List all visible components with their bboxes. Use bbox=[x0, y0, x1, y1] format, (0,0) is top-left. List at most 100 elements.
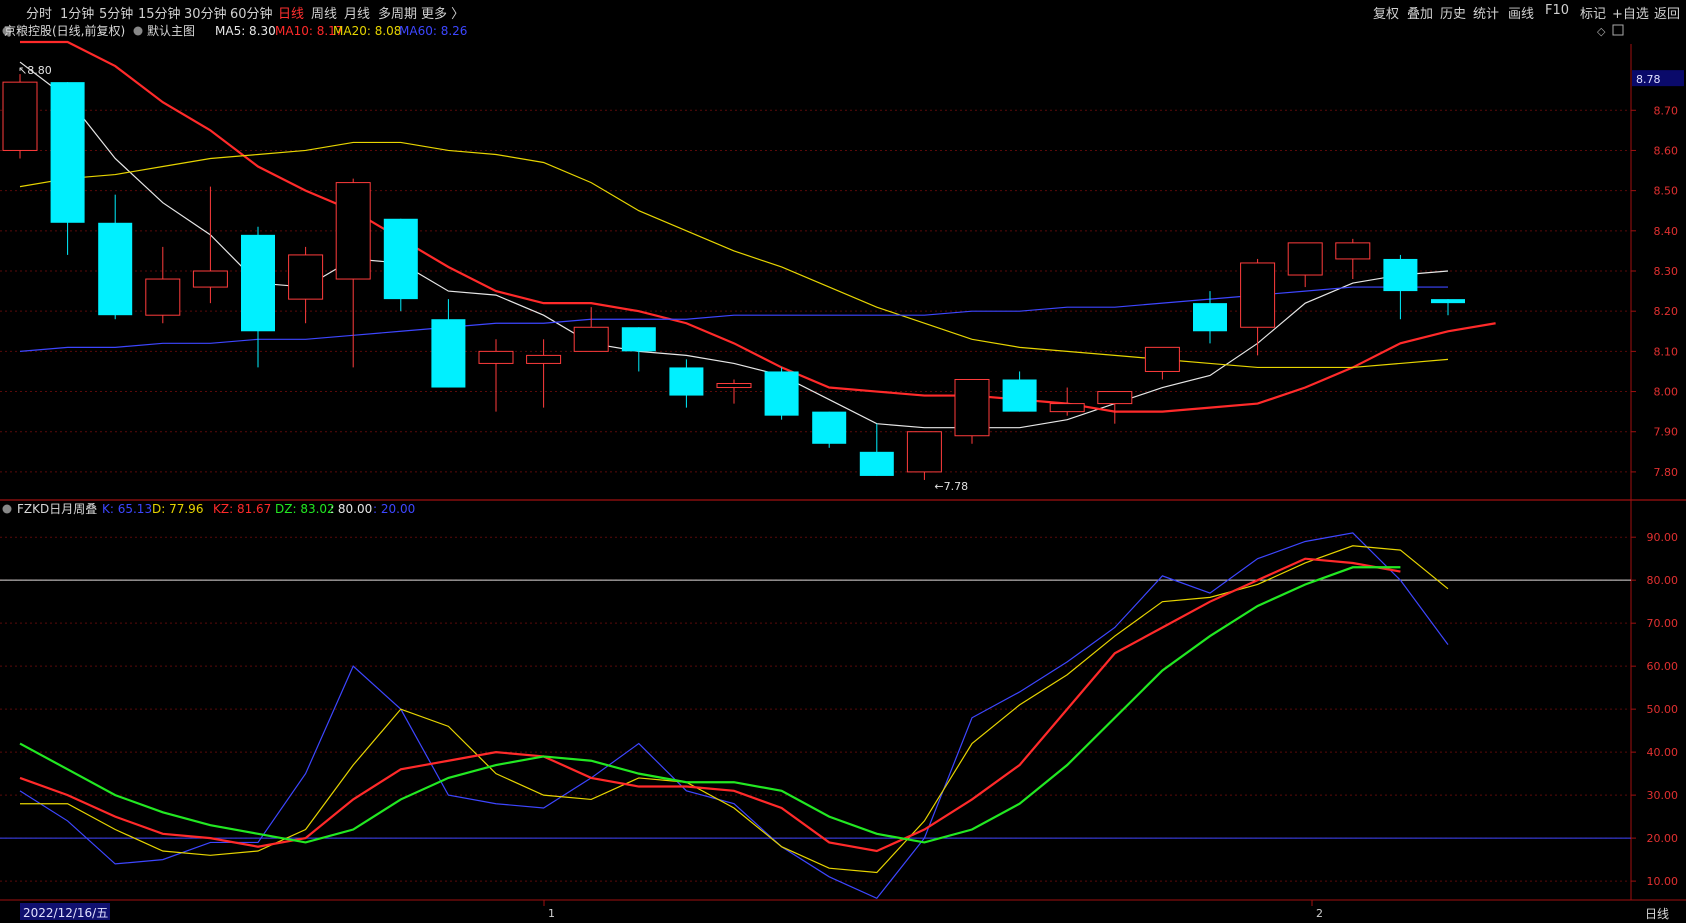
main-tick-label-3: 8.10 bbox=[1654, 345, 1679, 358]
candle-6 bbox=[288, 246, 324, 324]
candle-body bbox=[1287, 242, 1323, 276]
candle-4 bbox=[192, 186, 228, 304]
period-tab-5[interactable]: 60分钟 bbox=[230, 3, 273, 22]
candle-body bbox=[1383, 258, 1418, 292]
period-tab-1[interactable]: 1分钟 bbox=[60, 3, 94, 22]
candle-body bbox=[50, 82, 85, 223]
period-tab-10[interactable]: 更多 〉 bbox=[421, 3, 464, 22]
candle-body bbox=[241, 234, 275, 332]
candle-14 bbox=[669, 359, 704, 408]
current-price-label: 8.78 bbox=[1636, 73, 1661, 86]
toolbar-button-5[interactable]: F10 bbox=[1545, 3, 1569, 18]
period-tab-3[interactable]: 15分钟 bbox=[138, 3, 181, 22]
indicator-line-kz bbox=[19, 557, 1401, 853]
sub-tick-label-1: 20.00 bbox=[1647, 832, 1679, 845]
candle-body bbox=[335, 182, 371, 280]
toolbar-button-2[interactable]: 历史 bbox=[1440, 3, 1466, 22]
period-tab-9[interactable]: 多周期 bbox=[378, 3, 417, 22]
template-label: 默认主图 bbox=[147, 23, 195, 38]
indicator-value-0: K: 65.13 bbox=[102, 502, 152, 516]
candle-18 bbox=[859, 423, 894, 476]
indicator-settings-icon bbox=[2, 504, 12, 514]
sub-tick-label-5: 60.00 bbox=[1647, 660, 1679, 673]
sub-tick-label-4: 50.00 bbox=[1647, 703, 1679, 716]
candle-28 bbox=[1335, 238, 1371, 280]
toolbar-button-3[interactable]: 统计 bbox=[1473, 3, 1499, 22]
period-tab-2[interactable]: 5分钟 bbox=[99, 3, 133, 22]
period-tab-8[interactable]: 月线 bbox=[344, 3, 370, 22]
main-tick-label-5: 8.30 bbox=[1654, 265, 1679, 278]
toolbar-button-4[interactable]: 画线 bbox=[1508, 3, 1534, 22]
toolbar-button-0[interactable]: 复权 bbox=[1373, 3, 1399, 22]
candle-9 bbox=[431, 299, 466, 388]
candle-body bbox=[526, 354, 562, 364]
candle-body bbox=[1431, 299, 1465, 304]
candle-body bbox=[764, 371, 799, 416]
toolbar-button-6[interactable]: 标记 bbox=[1580, 3, 1606, 22]
high-price-label: ↖8.80 bbox=[18, 64, 52, 77]
candle-3 bbox=[145, 246, 181, 324]
ma-line-ma60 bbox=[19, 286, 1448, 352]
period-tab-7[interactable]: 周线 bbox=[311, 3, 337, 22]
ma-line-ma5 bbox=[19, 61, 1449, 429]
indicator-line-d bbox=[20, 545, 1449, 874]
ma-line-ma20 bbox=[19, 141, 1449, 369]
indicator-value-4: : 80.00 bbox=[330, 502, 372, 516]
candle-body bbox=[98, 222, 133, 316]
toolbar-button-7[interactable]: +自选 bbox=[1612, 3, 1649, 22]
candle-19 bbox=[906, 431, 942, 480]
candle-8 bbox=[383, 218, 418, 312]
candle-body bbox=[431, 319, 466, 388]
stock-title: 京粮控股(日线,前复权) bbox=[4, 23, 125, 38]
candle-body bbox=[669, 367, 704, 396]
period-tab-0[interactable]: 分时 bbox=[26, 3, 52, 22]
candle-0 bbox=[2, 74, 38, 159]
candle-26 bbox=[1240, 258, 1276, 356]
template-icon bbox=[133, 26, 143, 36]
candle-body bbox=[383, 218, 418, 300]
sub-tick-label-8: 90.00 bbox=[1647, 531, 1679, 544]
candle-body bbox=[716, 383, 752, 389]
sub-tick-label-6: 70.00 bbox=[1647, 617, 1679, 630]
candle-25 bbox=[1193, 291, 1227, 344]
candle-10 bbox=[478, 339, 514, 412]
toolbar-button-1[interactable]: 叠加 bbox=[1407, 3, 1433, 22]
indicator-value-3: DZ: 83.02 bbox=[275, 502, 335, 516]
period-tab-6[interactable]: 日线 bbox=[278, 3, 304, 22]
panel-toggle-icon bbox=[1612, 24, 1624, 36]
ma-label-3: MA20: 8.08 bbox=[333, 24, 401, 38]
candle-13 bbox=[621, 327, 656, 372]
main-tick-label-7: 8.50 bbox=[1654, 185, 1679, 198]
candle-7 bbox=[335, 178, 371, 368]
period-tab-4[interactable]: 30分钟 bbox=[184, 3, 227, 22]
candle-body bbox=[573, 326, 609, 352]
candle-body bbox=[192, 270, 228, 288]
candle-30 bbox=[1431, 299, 1465, 316]
toolbar-button-8[interactable]: 返回 bbox=[1654, 3, 1680, 22]
indicator-value-2: KZ: 81.67 bbox=[213, 502, 271, 516]
main-tick-label-9: 8.70 bbox=[1654, 104, 1679, 117]
candle-body bbox=[954, 378, 990, 437]
candle-16 bbox=[764, 367, 799, 420]
candle-body bbox=[906, 431, 942, 473]
candle-21 bbox=[1002, 371, 1037, 412]
candle-body bbox=[1240, 262, 1276, 328]
candle-body bbox=[478, 350, 514, 364]
candle-11 bbox=[526, 339, 562, 408]
main-tick-label-0: 7.80 bbox=[1654, 466, 1679, 479]
indicator-value-5: : 20.00 bbox=[373, 502, 415, 516]
main-tick-label-1: 7.90 bbox=[1654, 426, 1679, 439]
candle-12 bbox=[573, 307, 609, 352]
candle-body bbox=[1002, 379, 1037, 412]
month-label-0: 1 bbox=[548, 907, 555, 920]
candle-body bbox=[1097, 391, 1133, 405]
candle-body bbox=[621, 327, 656, 352]
period-toolbar: 分时 1分钟 5分钟 15分钟 30分钟 60分钟 日线 周线 月线 多周期 更多 〉 复权 叠加 历史统… bbox=[0, 0, 1686, 22]
candle-body bbox=[288, 254, 324, 300]
main-tick-label-4: 8.20 bbox=[1654, 305, 1679, 318]
candle-17 bbox=[812, 411, 847, 448]
candle-body bbox=[1049, 403, 1085, 413]
candle-29 bbox=[1383, 254, 1418, 320]
ma-label-1: MA5: 8.30 bbox=[215, 24, 276, 38]
main-tick-label-8: 8.60 bbox=[1654, 144, 1679, 157]
